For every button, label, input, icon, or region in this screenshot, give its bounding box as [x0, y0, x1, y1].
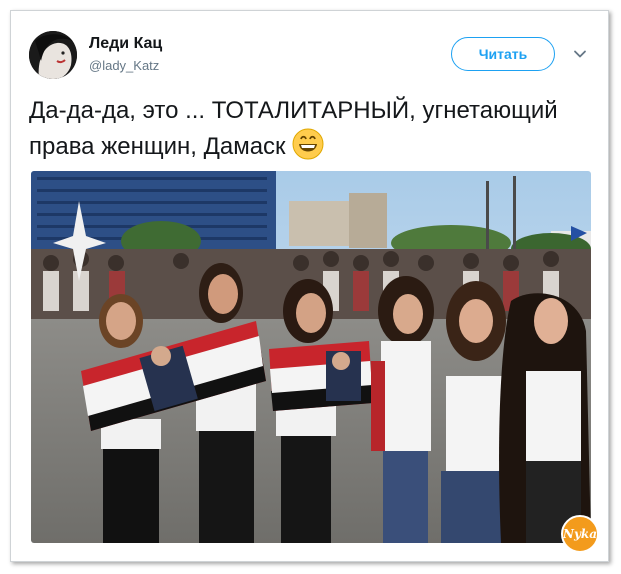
author-handle[interactable]: @lady_Katz [89, 58, 159, 73]
chevron-down-icon[interactable] [573, 47, 587, 61]
tweet-photo[interactable] [31, 171, 591, 543]
grinning-face-icon [292, 128, 324, 160]
watermark-logo: Nyka [561, 515, 599, 553]
follow-button[interactable]: Читать [451, 37, 555, 71]
avatar[interactable] [29, 31, 77, 79]
tweet-text: Да-да-да, это ... ТОТАЛИТАРНЫЙ, угнетающ… [29, 93, 589, 164]
tweet-card: Леди Кац @lady_Katz Читать Да-да-да, это… [10, 10, 609, 562]
author-name[interactable]: Леди Кац [89, 35, 162, 53]
